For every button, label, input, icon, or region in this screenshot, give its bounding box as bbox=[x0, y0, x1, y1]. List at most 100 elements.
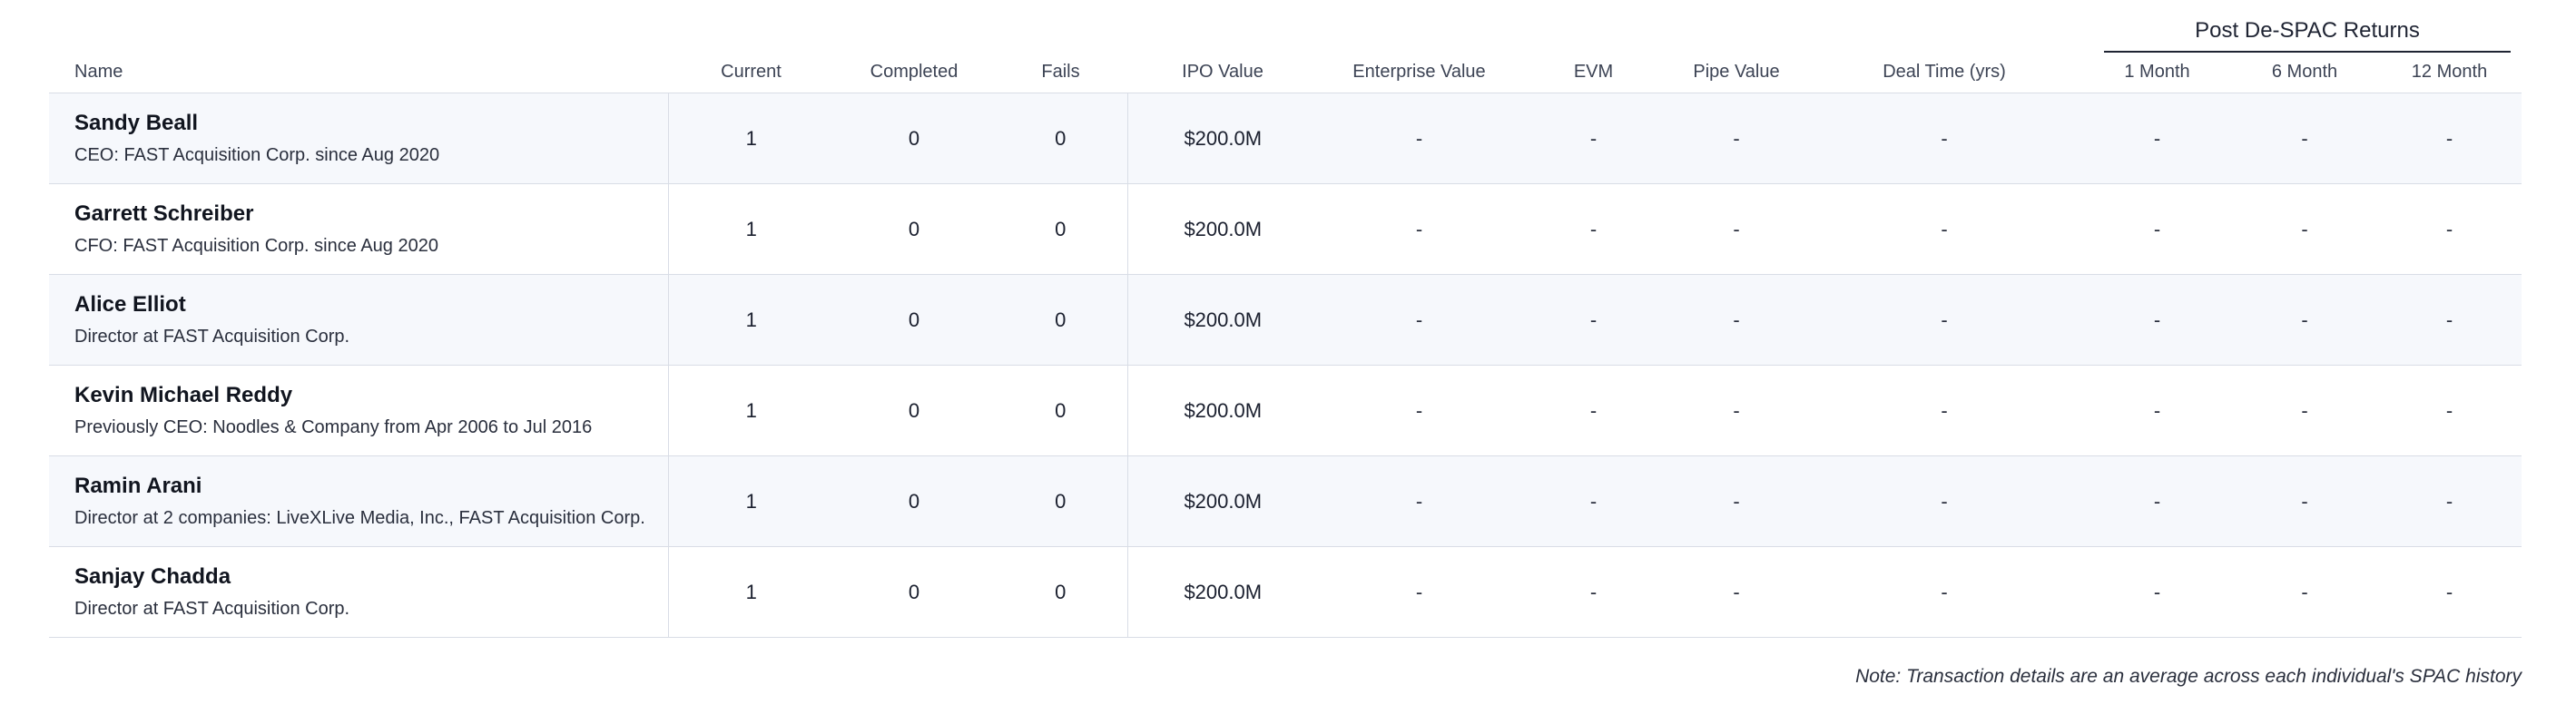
person-title: Director at 2 companies: LiveXLive Media… bbox=[74, 508, 645, 528]
fails-cell: 0 bbox=[994, 546, 1128, 638]
table-row[interactable]: Sandy Beall CEO: FAST Acquisition Corp. … bbox=[49, 93, 2522, 184]
return-6-month-cell: - bbox=[2232, 546, 2377, 638]
post-despac-returns-header: Post De-SPAC Returns bbox=[2104, 15, 2511, 53]
enterprise-value-cell: - bbox=[1318, 93, 1520, 184]
person-name[interactable]: Alice Elliot bbox=[74, 292, 668, 318]
column-header-name[interactable]: Name bbox=[49, 51, 668, 93]
spac-team-table-panel: Post De-SPAC Returns Name Current Comple… bbox=[0, 0, 2576, 724]
column-header-6-month[interactable]: 6 Month bbox=[2232, 51, 2377, 93]
current-cell: 1 bbox=[668, 365, 834, 456]
column-header-1-month[interactable]: 1 Month bbox=[2082, 51, 2232, 93]
table-row[interactable]: Ramin Arani Director at 2 companies: Liv… bbox=[49, 455, 2522, 547]
evm-cell: - bbox=[1520, 455, 1667, 547]
current-cell: 1 bbox=[668, 93, 834, 184]
table-footnote: Note: Transaction details are an average… bbox=[1855, 666, 2522, 687]
evm-cell: - bbox=[1520, 365, 1667, 456]
fails-cell: 0 bbox=[994, 365, 1128, 456]
ipo-value-cell: $200.0M bbox=[1127, 365, 1318, 456]
column-header-deal-time[interactable]: Deal Time (yrs) bbox=[1806, 51, 2082, 93]
column-header-ipo-value[interactable]: IPO Value bbox=[1127, 51, 1318, 93]
person-cell: Ramin Arani Director at 2 companies: Liv… bbox=[49, 455, 669, 547]
completed-cell: 0 bbox=[834, 546, 994, 638]
completed-cell: 0 bbox=[834, 183, 994, 275]
return-12-month-cell: - bbox=[2377, 365, 2522, 456]
enterprise-value-cell: - bbox=[1318, 546, 1520, 638]
column-header-pipe-value[interactable]: Pipe Value bbox=[1667, 51, 1806, 93]
column-header-12-month[interactable]: 12 Month bbox=[2377, 51, 2522, 93]
return-12-month-cell: - bbox=[2377, 93, 2522, 184]
return-12-month-cell: - bbox=[2377, 546, 2522, 638]
pipe-value-cell: - bbox=[1667, 365, 1806, 456]
deal-time-cell: - bbox=[1806, 546, 2082, 638]
deal-time-cell: - bbox=[1806, 274, 2082, 366]
return-12-month-cell: - bbox=[2377, 274, 2522, 366]
fails-cell: 0 bbox=[994, 274, 1128, 366]
person-title: CEO: FAST Acquisition Corp. since Aug 20… bbox=[74, 145, 440, 165]
return-1-month-cell: - bbox=[2082, 274, 2232, 366]
person-name[interactable]: Sandy Beall bbox=[74, 111, 668, 136]
completed-cell: 0 bbox=[834, 455, 994, 547]
group-header-label: Post De-SPAC Returns bbox=[2195, 18, 2420, 43]
deal-time-cell: - bbox=[1806, 455, 2082, 547]
evm-cell: - bbox=[1520, 93, 1667, 184]
return-1-month-cell: - bbox=[2082, 546, 2232, 638]
fails-cell: 0 bbox=[994, 183, 1128, 275]
evm-cell: - bbox=[1520, 183, 1667, 275]
person-name[interactable]: Ramin Arani bbox=[74, 474, 668, 499]
ipo-value-cell: $200.0M bbox=[1127, 183, 1318, 275]
return-6-month-cell: - bbox=[2232, 274, 2377, 366]
person-name[interactable]: Garrett Schreiber bbox=[74, 201, 668, 227]
pipe-value-cell: - bbox=[1667, 274, 1806, 366]
return-1-month-cell: - bbox=[2082, 365, 2232, 456]
column-header-current[interactable]: Current bbox=[668, 51, 834, 93]
spac-team-table: Name Current Completed Fails IPO Value E… bbox=[49, 51, 2522, 638]
table-row[interactable]: Alice Elliot Director at FAST Acquisitio… bbox=[49, 274, 2522, 366]
return-1-month-cell: - bbox=[2082, 93, 2232, 184]
ipo-value-cell: $200.0M bbox=[1127, 546, 1318, 638]
table-row[interactable]: Kevin Michael Reddy Previously CEO: Nood… bbox=[49, 365, 2522, 456]
person-cell: Alice Elliot Director at FAST Acquisitio… bbox=[49, 274, 669, 366]
person-cell: Sanjay Chadda Director at FAST Acquisiti… bbox=[49, 546, 669, 638]
person-cell: Kevin Michael Reddy Previously CEO: Nood… bbox=[49, 365, 669, 456]
column-header-evm[interactable]: EVM bbox=[1520, 51, 1667, 93]
current-cell: 1 bbox=[668, 183, 834, 275]
pipe-value-cell: - bbox=[1667, 455, 1806, 547]
column-header-fails[interactable]: Fails bbox=[994, 51, 1127, 93]
ipo-value-cell: $200.0M bbox=[1127, 455, 1318, 547]
fails-cell: 0 bbox=[994, 93, 1128, 184]
return-12-month-cell: - bbox=[2377, 183, 2522, 275]
deal-time-cell: - bbox=[1806, 93, 2082, 184]
deal-time-cell: - bbox=[1806, 183, 2082, 275]
pipe-value-cell: - bbox=[1667, 183, 1806, 275]
ipo-value-cell: $200.0M bbox=[1127, 274, 1318, 366]
completed-cell: 0 bbox=[834, 93, 994, 184]
table-row[interactable]: Garrett Schreiber CFO: FAST Acquisition … bbox=[49, 183, 2522, 275]
ipo-value-cell: $200.0M bbox=[1127, 93, 1318, 184]
completed-cell: 0 bbox=[834, 365, 994, 456]
person-title: Director at FAST Acquisition Corp. bbox=[74, 599, 350, 619]
return-12-month-cell: - bbox=[2377, 455, 2522, 547]
person-title: Director at FAST Acquisition Corp. bbox=[74, 327, 350, 347]
enterprise-value-cell: - bbox=[1318, 365, 1520, 456]
table-row[interactable]: Sanjay Chadda Director at FAST Acquisiti… bbox=[49, 546, 2522, 638]
enterprise-value-cell: - bbox=[1318, 183, 1520, 275]
person-title: Previously CEO: Noodles & Company from A… bbox=[74, 417, 593, 437]
person-name[interactable]: Sanjay Chadda bbox=[74, 564, 668, 590]
return-6-month-cell: - bbox=[2232, 183, 2377, 275]
return-6-month-cell: - bbox=[2232, 365, 2377, 456]
table-header-row: Name Current Completed Fails IPO Value E… bbox=[49, 51, 2522, 93]
column-header-enterprise-value[interactable]: Enterprise Value bbox=[1318, 51, 1520, 93]
pipe-value-cell: - bbox=[1667, 93, 1806, 184]
return-6-month-cell: - bbox=[2232, 455, 2377, 547]
completed-cell: 0 bbox=[834, 274, 994, 366]
column-header-completed[interactable]: Completed bbox=[834, 51, 994, 93]
evm-cell: - bbox=[1520, 274, 1667, 366]
current-cell: 1 bbox=[668, 546, 834, 638]
person-cell: Garrett Schreiber CFO: FAST Acquisition … bbox=[49, 183, 669, 275]
person-title: CFO: FAST Acquisition Corp. since Aug 20… bbox=[74, 236, 438, 256]
current-cell: 1 bbox=[668, 455, 834, 547]
person-name[interactable]: Kevin Michael Reddy bbox=[74, 383, 668, 408]
current-cell: 1 bbox=[668, 274, 834, 366]
return-1-month-cell: - bbox=[2082, 183, 2232, 275]
fails-cell: 0 bbox=[994, 455, 1128, 547]
